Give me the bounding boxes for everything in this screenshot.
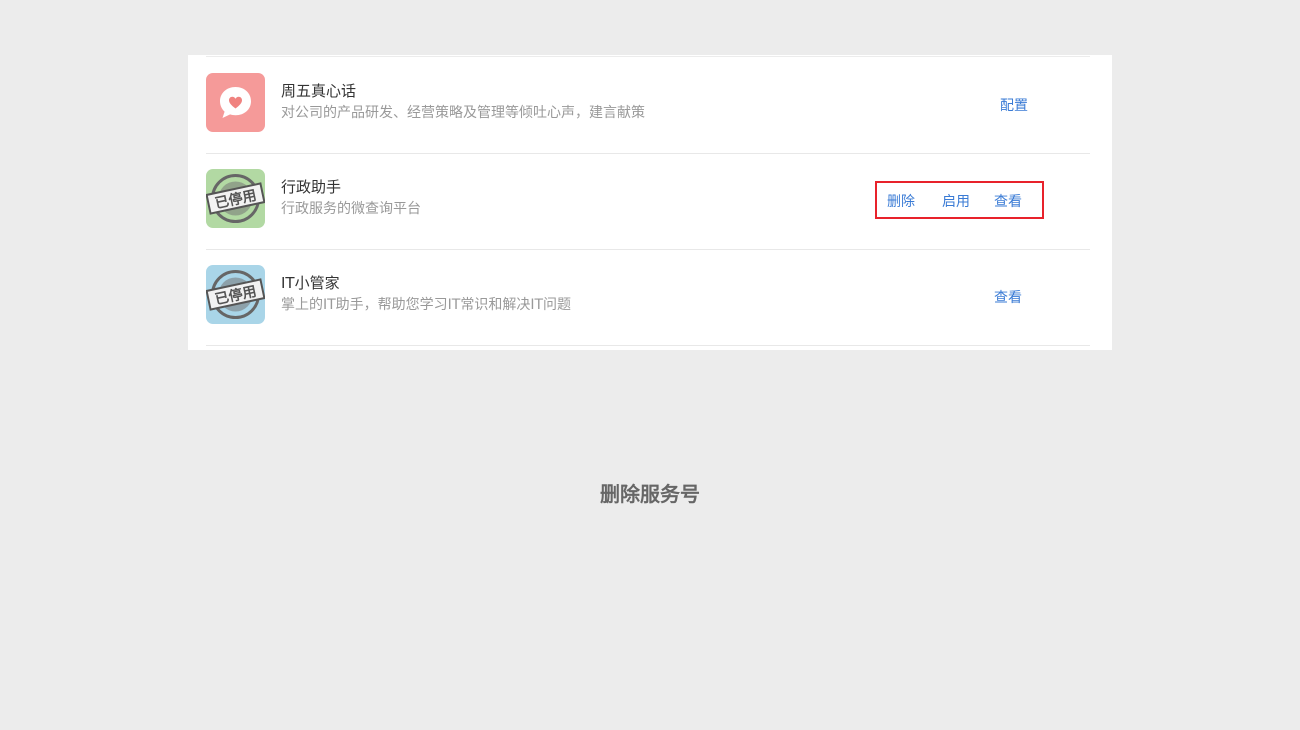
row-actions: 配置 <box>856 95 1076 115</box>
highlight-box <box>875 181 1044 219</box>
service-row: 已停用 IT小管家 掌上的IT助手，帮助您学习IT常识和解决IT问题 查看 <box>206 249 1090 346</box>
row-actions: 查看 <box>856 287 1076 307</box>
disabled-stamp-icon: 已停用 <box>206 265 265 324</box>
heart-chat-icon <box>206 73 265 132</box>
service-name: 周五真心话 <box>281 82 357 100</box>
service-description: 掌上的IT助手，帮助您学习IT常识和解决IT问题 <box>281 297 572 313</box>
service-name: IT小管家 <box>281 274 340 292</box>
view-link[interactable]: 查看 <box>994 287 1022 307</box>
service-row: 周五真心话 对公司的产品研发、经营策略及管理等倾吐心声，建言献策 配置 <box>206 57 1090 154</box>
service-description: 对公司的产品研发、经营策略及管理等倾吐心声，建言献策 <box>281 105 645 121</box>
configure-link[interactable]: 配置 <box>1000 95 1028 115</box>
service-list-panel: 周五真心话 对公司的产品研发、经营策略及管理等倾吐心声，建言献策 配置 已停用 … <box>188 55 1112 350</box>
service-description: 行政服务的微查询平台 <box>281 201 421 217</box>
disabled-stamp-icon: 已停用 <box>206 169 265 228</box>
caption: 删除服务号 <box>600 482 700 506</box>
service-name: 行政助手 <box>281 178 342 196</box>
